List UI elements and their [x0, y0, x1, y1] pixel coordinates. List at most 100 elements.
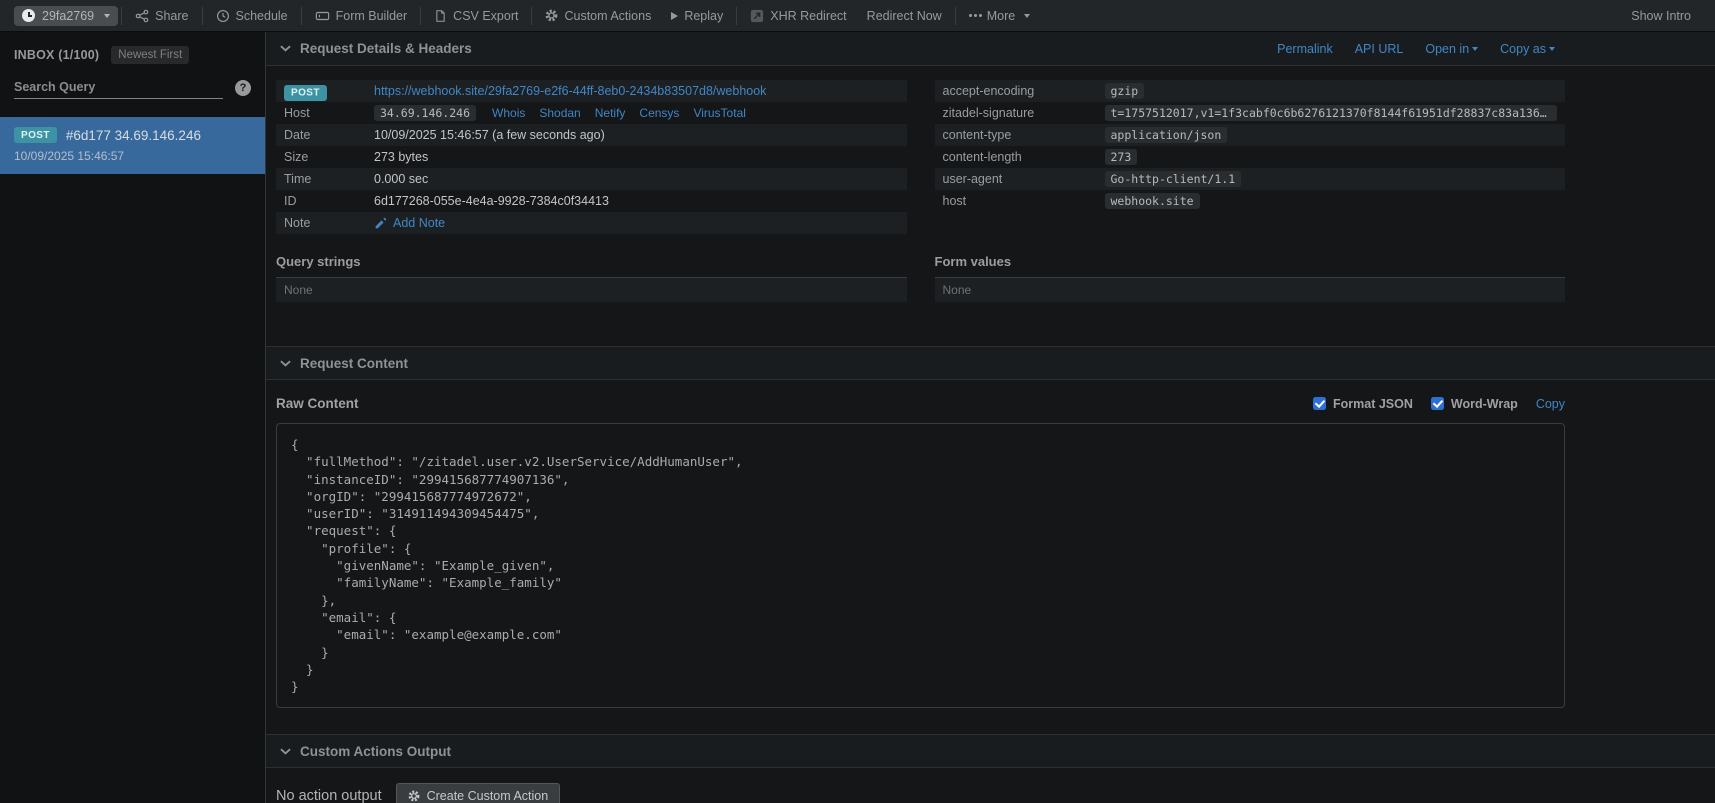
virustotal-link[interactable]: VirusTotal: [693, 106, 745, 120]
redirect-now-button[interactable]: Redirect Now: [857, 9, 952, 23]
copy-as-label: Copy as: [1500, 42, 1546, 56]
checkbox-checked-icon: [1431, 397, 1444, 410]
whois-link[interactable]: Whois: [492, 106, 525, 120]
workspace-label: 29fa2769: [42, 9, 94, 23]
top-navbar: 29fa2769 Share Schedule Form Builder CSV…: [0, 0, 1715, 32]
word-wrap-label: Word-Wrap: [1451, 397, 1518, 411]
note-label: Note: [284, 216, 374, 230]
permalink-link[interactable]: Permalink: [1277, 42, 1333, 56]
search-input[interactable]: [14, 76, 223, 99]
redirect-now-label: Redirect Now: [867, 9, 942, 23]
section-request-details: Request Details & Headers Permalink API …: [266, 32, 1715, 66]
xhr-redirect-label: XHR Redirect: [770, 9, 846, 23]
add-note-label: Add Note: [393, 216, 445, 230]
size-value: 273 bytes: [374, 150, 428, 164]
header-row: accept-encoding gzip: [935, 80, 1566, 102]
clock-icon: [216, 9, 230, 23]
clock-logo-icon: [22, 9, 35, 22]
time-value: 0.000 sec: [374, 172, 428, 186]
requests-sidebar: INBOX (1/100) Newest First ? POST #6d177…: [0, 32, 265, 803]
header-value: Go-http-client/1.1: [1105, 171, 1242, 187]
csv-export-label: CSV Export: [453, 9, 518, 23]
form-builder-button[interactable]: Form Builder: [305, 9, 418, 23]
header-key: content-length: [943, 150, 1105, 164]
query-strings-empty: None: [276, 278, 907, 302]
header-row: user-agent Go-http-client/1.1: [935, 168, 1566, 190]
add-note-button[interactable]: Add Note: [374, 216, 445, 230]
sort-order-button[interactable]: Newest First: [111, 46, 189, 64]
open-in-menu[interactable]: Open in: [1425, 42, 1478, 56]
header-value: 273: [1105, 149, 1138, 165]
divider: [420, 7, 421, 25]
method-badge: POST: [284, 85, 327, 101]
header-value: webhook.site: [1105, 193, 1200, 209]
id-row: ID 6d177268-055e-4e4a-9928-7384c0f34413: [276, 190, 907, 212]
gear-icon: [545, 9, 558, 22]
share-button[interactable]: Share: [125, 9, 198, 23]
chevron-down-icon[interactable]: [280, 748, 291, 755]
create-custom-action-button[interactable]: Create Custom Action: [396, 783, 561, 803]
shodan-link[interactable]: Shodan: [539, 106, 580, 120]
custom-actions-button[interactable]: Custom Actions: [535, 9, 661, 23]
raw-content-title: Raw Content: [276, 396, 359, 411]
raw-content-block[interactable]: { "fullMethod": "/zitadel.user.v2.UserSe…: [276, 423, 1565, 708]
format-json-label: Format JSON: [1333, 397, 1413, 411]
workspace-menu[interactable]: 29fa2769: [14, 6, 118, 26]
size-label: Size: [284, 150, 374, 164]
form-values-section: Form values None: [935, 250, 1566, 302]
format-json-checkbox[interactable]: Format JSON: [1313, 397, 1413, 411]
schedule-button[interactable]: Schedule: [206, 9, 298, 23]
request-url-link[interactable]: https://webhook.site/29fa2769-e2f6-44ff-…: [374, 84, 766, 98]
ellipsis-icon: [969, 14, 972, 17]
form-builder-icon: [315, 9, 330, 23]
inbox-count-label: INBOX (1/100): [14, 48, 99, 62]
url-row: POST https://webhook.site/29fa2769-e2f6-…: [276, 80, 907, 102]
request-timestamp: 10/09/2025 15:46:57: [14, 149, 251, 163]
header-row: content-length 273: [935, 146, 1566, 168]
gear-icon: [408, 790, 420, 802]
xhr-redirect-icon: [750, 9, 764, 23]
header-row: content-type application/json: [935, 124, 1566, 146]
query-strings-title: Query strings: [276, 250, 907, 278]
id-value: 6d177268-055e-4e4a-9928-7384c0f34413: [374, 194, 609, 208]
header-key: content-type: [943, 128, 1105, 142]
file-icon: [434, 9, 447, 23]
request-headers-table: accept-encoding gzip zitadel-signature t…: [935, 80, 1566, 234]
copy-as-menu[interactable]: Copy as: [1500, 42, 1555, 56]
copy-raw-content-link[interactable]: Copy: [1536, 397, 1565, 411]
header-key: zitadel-signature: [943, 106, 1105, 120]
xhr-redirect-button[interactable]: XHR Redirect: [740, 9, 856, 23]
share-label: Share: [155, 9, 188, 23]
form-values-title: Form values: [935, 250, 1566, 278]
divider: [531, 7, 532, 25]
divider: [736, 7, 737, 25]
main-panel: Request Details & Headers Permalink API …: [265, 32, 1715, 803]
header-key: user-agent: [943, 172, 1105, 186]
replay-button[interactable]: Replay: [661, 9, 733, 23]
chevron-down-icon[interactable]: [280, 360, 291, 367]
more-menu[interactable]: More: [959, 9, 1040, 23]
netify-link[interactable]: Netify: [595, 106, 626, 120]
request-title: #6d177 34.69.146.246: [66, 128, 201, 143]
word-wrap-checkbox[interactable]: Word-Wrap: [1431, 397, 1518, 411]
chevron-down-icon[interactable]: [280, 45, 291, 52]
header-value: t=1757512017,v1=1f3cabf0c6b6276121370f81…: [1105, 105, 1558, 121]
chevron-down-icon: [104, 14, 110, 18]
schedule-label: Schedule: [236, 9, 288, 23]
more-label: More: [987, 9, 1015, 23]
header-key: host: [943, 194, 1105, 208]
censys-link[interactable]: Censys: [639, 106, 679, 120]
request-details-table: POST https://webhook.site/29fa2769-e2f6-…: [276, 80, 907, 234]
open-in-label: Open in: [1425, 42, 1469, 56]
help-icon[interactable]: ?: [235, 80, 251, 96]
method-badge: POST: [14, 127, 57, 143]
size-row: Size 273 bytes: [276, 146, 907, 168]
create-custom-action-label: Create Custom Action: [427, 789, 549, 803]
show-intro-button[interactable]: Show Intro: [1621, 9, 1701, 23]
api-url-link[interactable]: API URL: [1355, 42, 1404, 56]
header-row: zitadel-signature t=1757512017,v1=1f3cab…: [935, 102, 1566, 124]
date-label: Date: [284, 128, 374, 142]
csv-export-button[interactable]: CSV Export: [424, 9, 528, 23]
section-title: Request Content: [300, 356, 408, 371]
request-list-item-selected[interactable]: POST #6d177 34.69.146.246 10/09/2025 15:…: [0, 117, 265, 174]
